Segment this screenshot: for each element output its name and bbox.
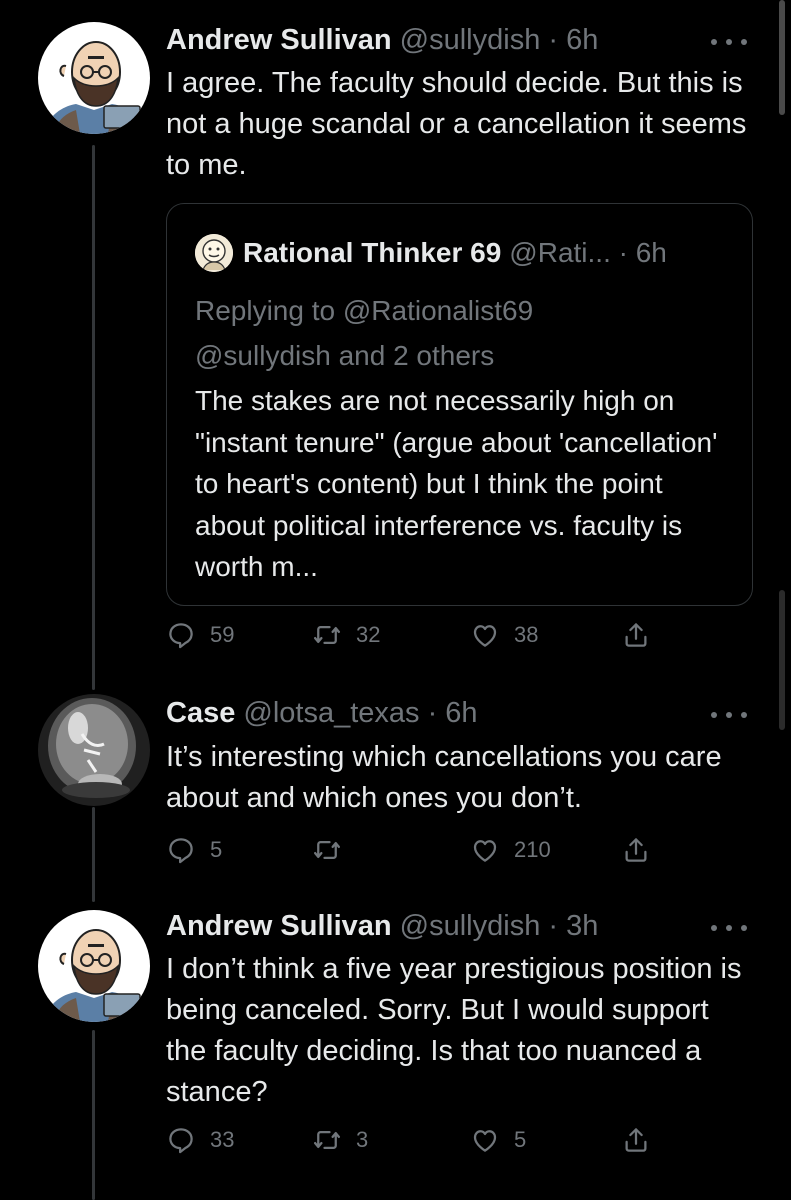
like-count: 5 — [514, 1127, 527, 1152]
reply-button[interactable]: 33 — [166, 1125, 234, 1155]
replying-to-line: Replying to @Rationalist69 — [195, 295, 534, 326]
replying-to: Replying to @Rationalist69 @sullydish an… — [195, 288, 533, 378]
tweet-text: It’s interesting which cancellations you… — [166, 741, 722, 814]
avatar — [195, 234, 233, 272]
author-handle-time[interactable]: @lotsa_texas · 6h — [243, 697, 477, 729]
avatar[interactable] — [38, 910, 150, 1022]
retweet-button[interactable]: 32 — [312, 620, 380, 650]
lightbulb-photo-icon — [38, 694, 150, 806]
reply-icon — [166, 620, 196, 650]
like-button[interactable]: 38 — [470, 620, 538, 650]
thread-connector-line — [92, 1030, 95, 1200]
retweet-count: 3 — [356, 1127, 369, 1152]
like-button[interactable]: 5 — [470, 1125, 526, 1155]
share-button[interactable] — [621, 620, 651, 650]
author-name[interactable]: Andrew Sullivan — [166, 910, 392, 942]
reply-button[interactable]: 5 — [166, 835, 222, 865]
reply-icon — [166, 835, 196, 865]
more-options-icon[interactable] — [711, 32, 747, 52]
cartoon-bald-man-icon — [38, 22, 150, 134]
scrollbar[interactable] — [779, 0, 785, 115]
scrollbar-track — [779, 590, 785, 730]
tweet-actions: 33 3 5 — [166, 1125, 666, 1165]
avatar[interactable] — [38, 694, 150, 806]
quoted-author-name: Rational Thinker 69 — [243, 237, 502, 268]
reply-count: 59 — [210, 622, 235, 647]
quoted-tweet-text: The stakes are not necessarily high on "… — [195, 385, 718, 582]
reply-count: 33 — [210, 1127, 235, 1152]
replying-to-line: @sullydish and 2 others — [195, 340, 495, 371]
thread-connector-line — [92, 145, 95, 690]
author-name[interactable]: Andrew Sullivan — [166, 24, 392, 56]
more-options-icon[interactable] — [711, 705, 747, 725]
tweet-text: I agree. The faculty should decide. But … — [166, 67, 747, 181]
cartoon-bald-man-icon — [38, 910, 150, 1022]
author-handle-time[interactable]: @sullydish · 6h — [400, 24, 599, 56]
share-icon — [621, 835, 651, 865]
tweet-actions: 59 32 38 — [166, 620, 666, 660]
share-button[interactable] — [621, 835, 651, 865]
retweet-icon — [312, 835, 342, 865]
retweet-count: 32 — [356, 622, 381, 647]
heart-icon — [470, 620, 500, 650]
tweet-text: I don’t think a five year prestigious po… — [166, 953, 742, 1108]
retweet-icon — [312, 1125, 342, 1155]
share-button[interactable] — [621, 1125, 651, 1155]
quoted-author-handle-time: @Rati... · 6h — [509, 237, 667, 268]
thread-connector-line — [92, 807, 95, 902]
retweet-button[interactable] — [312, 835, 356, 865]
reply-button[interactable]: 59 — [166, 620, 234, 650]
like-count: 210 — [514, 837, 551, 862]
author-handle-time[interactable]: @sullydish · 3h — [400, 910, 599, 942]
like-button[interactable]: 210 — [470, 835, 551, 865]
reply-icon — [166, 1125, 196, 1155]
avatar[interactable] — [38, 22, 150, 134]
tweet-actions: 5 210 — [166, 835, 666, 875]
more-options-icon[interactable] — [711, 918, 747, 938]
reply-count: 5 — [210, 837, 223, 862]
retweet-button[interactable]: 3 — [312, 1125, 368, 1155]
heart-icon — [470, 1125, 500, 1155]
like-count: 38 — [514, 622, 539, 647]
retweet-icon — [312, 620, 342, 650]
share-icon — [621, 1125, 651, 1155]
author-name[interactable]: Case — [166, 697, 235, 729]
cartoon-face-icon — [195, 234, 233, 272]
heart-icon — [470, 835, 500, 865]
quoted-tweet[interactable]: Rational Thinker 69 @Rati... · 6h Replyi… — [166, 203, 753, 606]
share-icon — [621, 620, 651, 650]
